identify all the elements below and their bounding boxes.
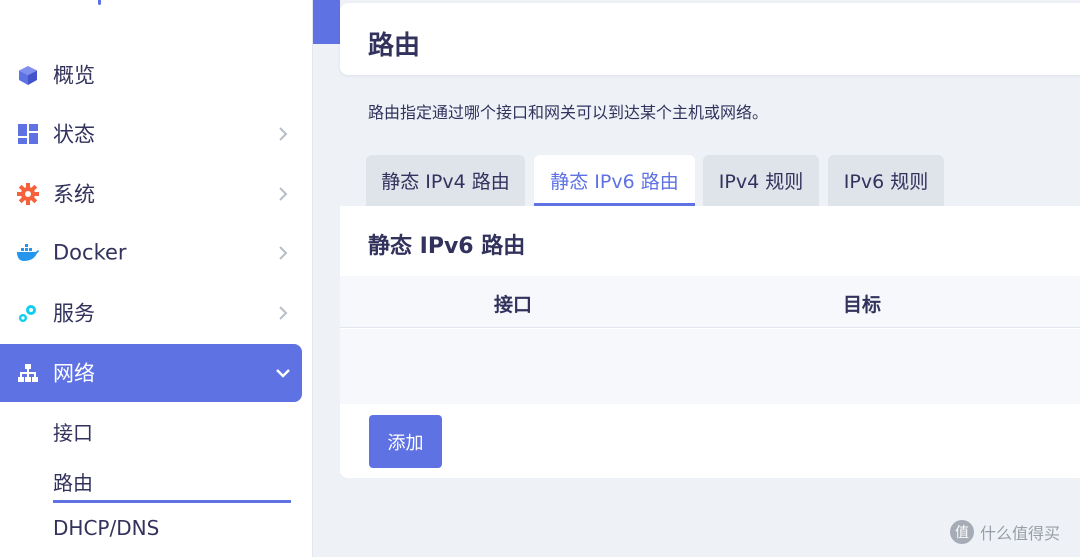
sidebar-item-overview[interactable]: 概览 [0,46,302,104]
column-header-target: 目标 [843,294,882,316]
sidebar-item-label: 概览 [53,63,95,88]
page-description: 路由指定通过哪个接口和网关可以到达某个主机或网络。 [368,103,769,122]
sidebar-item-docker[interactable]: Docker [0,224,302,282]
sidebar-item-label: Docker [53,240,127,265]
chevron-down-icon [276,366,290,380]
tab-ipv4-rules[interactable]: IPv4 规则 [703,155,819,206]
header-accent-bar [313,0,340,44]
watermark-badge: 值 [950,520,974,544]
sidebar-item-services[interactable]: 服务 [0,284,302,342]
tab-label: IPv6 规则 [843,171,929,193]
column-header-interface: 接口 [494,294,533,316]
tab-static-ipv6-routes[interactable]: 静态 IPv6 路由 [534,155,695,206]
panel-title: 静态 IPv6 路由 [368,234,526,259]
docker-icon [16,241,40,265]
sidebar: 概览 状态 系统 Docker 服务 网络 接口 路由 DHCP/DNS [0,0,313,557]
sidebar-item-network[interactable]: 网络 [0,344,302,402]
sidebar-item-label: 服务 [53,301,95,326]
chevron-right-icon [276,187,290,201]
tab-ipv6-rules[interactable]: IPv6 规则 [828,155,944,206]
network-icon [16,361,40,385]
tab-label: 静态 IPv4 路由 [381,171,510,193]
sidebar-item-label: 网络 [53,361,95,386]
table-empty-body [340,329,1080,404]
chevron-right-icon [276,306,290,320]
active-subitem-underline [53,500,291,503]
watermark-text: 什么值得买 [980,524,1061,543]
sidebar-item-label: 状态 [53,122,95,147]
logo-fragment [98,0,101,5]
add-button[interactable]: 添加 [369,415,442,468]
tab-label: IPv4 规则 [718,171,804,193]
sidebar-item-status[interactable]: 状态 [0,105,302,163]
sidebar-item-label: 系统 [53,182,95,207]
table-header [340,276,1080,328]
tab-static-ipv4-routes[interactable]: 静态 IPv4 路由 [366,155,525,206]
gear-icon [16,182,40,206]
chevron-right-icon [276,246,290,260]
sidebar-subitem-routes[interactable]: 路由 [53,467,93,496]
cube-icon [16,63,40,87]
dashboard-icon [16,122,40,146]
chevron-right-icon [276,127,290,141]
page-header-card: 路由 [340,3,1080,75]
page-title: 路由 [368,31,421,61]
sidebar-subitem-interfaces[interactable]: 接口 [53,417,93,446]
sidebar-subitem-dhcp-dns[interactable]: DHCP/DNS [53,516,159,540]
tab-label: 静态 IPv6 路由 [550,171,679,193]
services-icon [16,301,40,325]
sidebar-item-system[interactable]: 系统 [0,165,302,223]
watermark: 值 什么值得买 [950,520,1060,544]
